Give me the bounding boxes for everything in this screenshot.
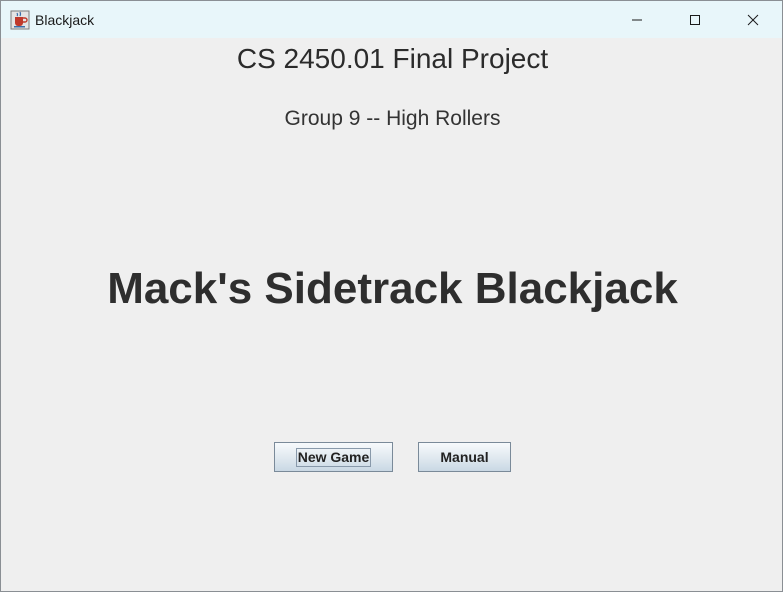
java-cup-icon [10,10,30,30]
close-icon [747,14,759,25]
game-title: Mack's Sidetrack Blackjack [107,264,678,313]
window-title: Blackjack [35,12,95,28]
main-panel: CS 2450.01 Final Project Group 9 -- High… [1,38,782,591]
manual-label: Manual [440,449,489,465]
maximize-icon [690,14,700,25]
new-game-label: New Game [295,447,372,467]
project-title: CS 2450.01 Final Project [236,43,549,74]
maximize-button[interactable] [666,1,724,38]
minimize-button[interactable] [608,1,666,38]
title-bar[interactable]: Blackjack [1,1,782,38]
group-title: Group 9 -- High Rollers [284,107,501,130]
manual-button[interactable]: Manual [418,442,511,472]
minimize-icon [632,19,642,20]
app-window: Blackjack CS 2450.01 Final Project Group… [0,0,783,592]
new-game-button[interactable]: New Game [274,442,393,472]
close-button[interactable] [724,1,782,38]
